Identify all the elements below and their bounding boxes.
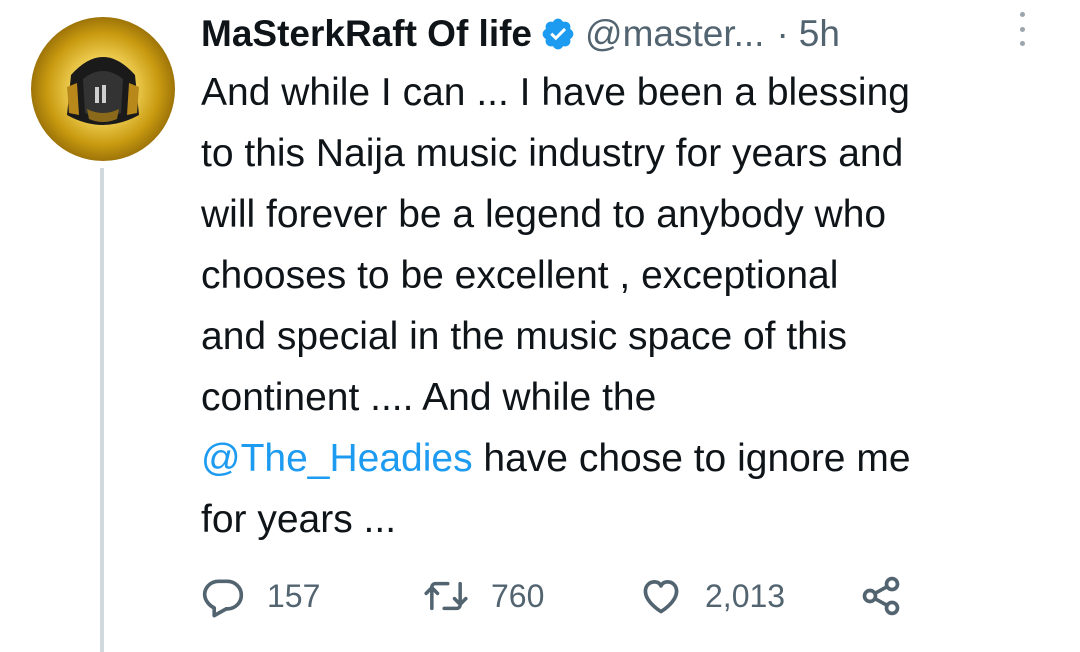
- separator-dot: ·: [776, 13, 789, 54]
- tweet-text-line: And while I can ... I have been a blessi…: [201, 71, 910, 114]
- thread-line: [100, 168, 104, 652]
- retweet-button[interactable]: 760: [423, 566, 544, 626]
- tweet-text-line: and special in the music space of this: [201, 315, 848, 358]
- more-dot: [1019, 12, 1025, 17]
- tweet-text-line: continent .... And while the: [201, 376, 657, 419]
- avatar[interactable]: [31, 17, 175, 161]
- more-dot: [1019, 41, 1025, 46]
- reply-icon: [202, 579, 244, 618]
- tweet-text-line: @The_Headies have chose to ignore me: [201, 428, 1061, 489]
- tweet-header: MaSterkRaft Of life @master... · 5h: [201, 8, 1060, 60]
- helmet-icon: [67, 57, 139, 125]
- retweet-icon: [424, 581, 468, 611]
- more-dot: [1019, 26, 1025, 32]
- share-button[interactable]: [859, 566, 903, 626]
- like-count: 2,013: [705, 577, 786, 614]
- mention-link[interactable]: @The_Headies: [201, 437, 473, 480]
- tweet-text: And while I can ... I have been a blessi…: [201, 62, 1061, 550]
- heart-icon: [643, 580, 679, 614]
- tweet-actions: 157 760 2,013: [201, 566, 1061, 626]
- reply-button[interactable]: 157: [201, 566, 320, 626]
- tweet-text-line: to this Naija music industry for years a…: [201, 132, 904, 175]
- like-button[interactable]: 2,013: [639, 566, 785, 626]
- more-options-icon[interactable]: [1012, 12, 1032, 46]
- share-icon: [862, 576, 900, 616]
- display-name[interactable]: MaSterkRaft Of life: [201, 10, 532, 58]
- retweet-count: 760: [491, 577, 545, 614]
- tweet-text-line: for years ...: [201, 498, 397, 541]
- timestamp[interactable]: 5h: [799, 10, 840, 58]
- verified-badge-icon: [542, 18, 574, 50]
- tweet-text-line: will forever be a legend to anybody who: [201, 193, 887, 236]
- reply-count: 157: [267, 577, 321, 614]
- user-handle[interactable]: @master...: [585, 10, 764, 58]
- tweet-text-fragment: have chose to ignore me: [472, 437, 911, 480]
- tweet-text-line: chooses to be excellent , exceptional: [201, 254, 839, 297]
